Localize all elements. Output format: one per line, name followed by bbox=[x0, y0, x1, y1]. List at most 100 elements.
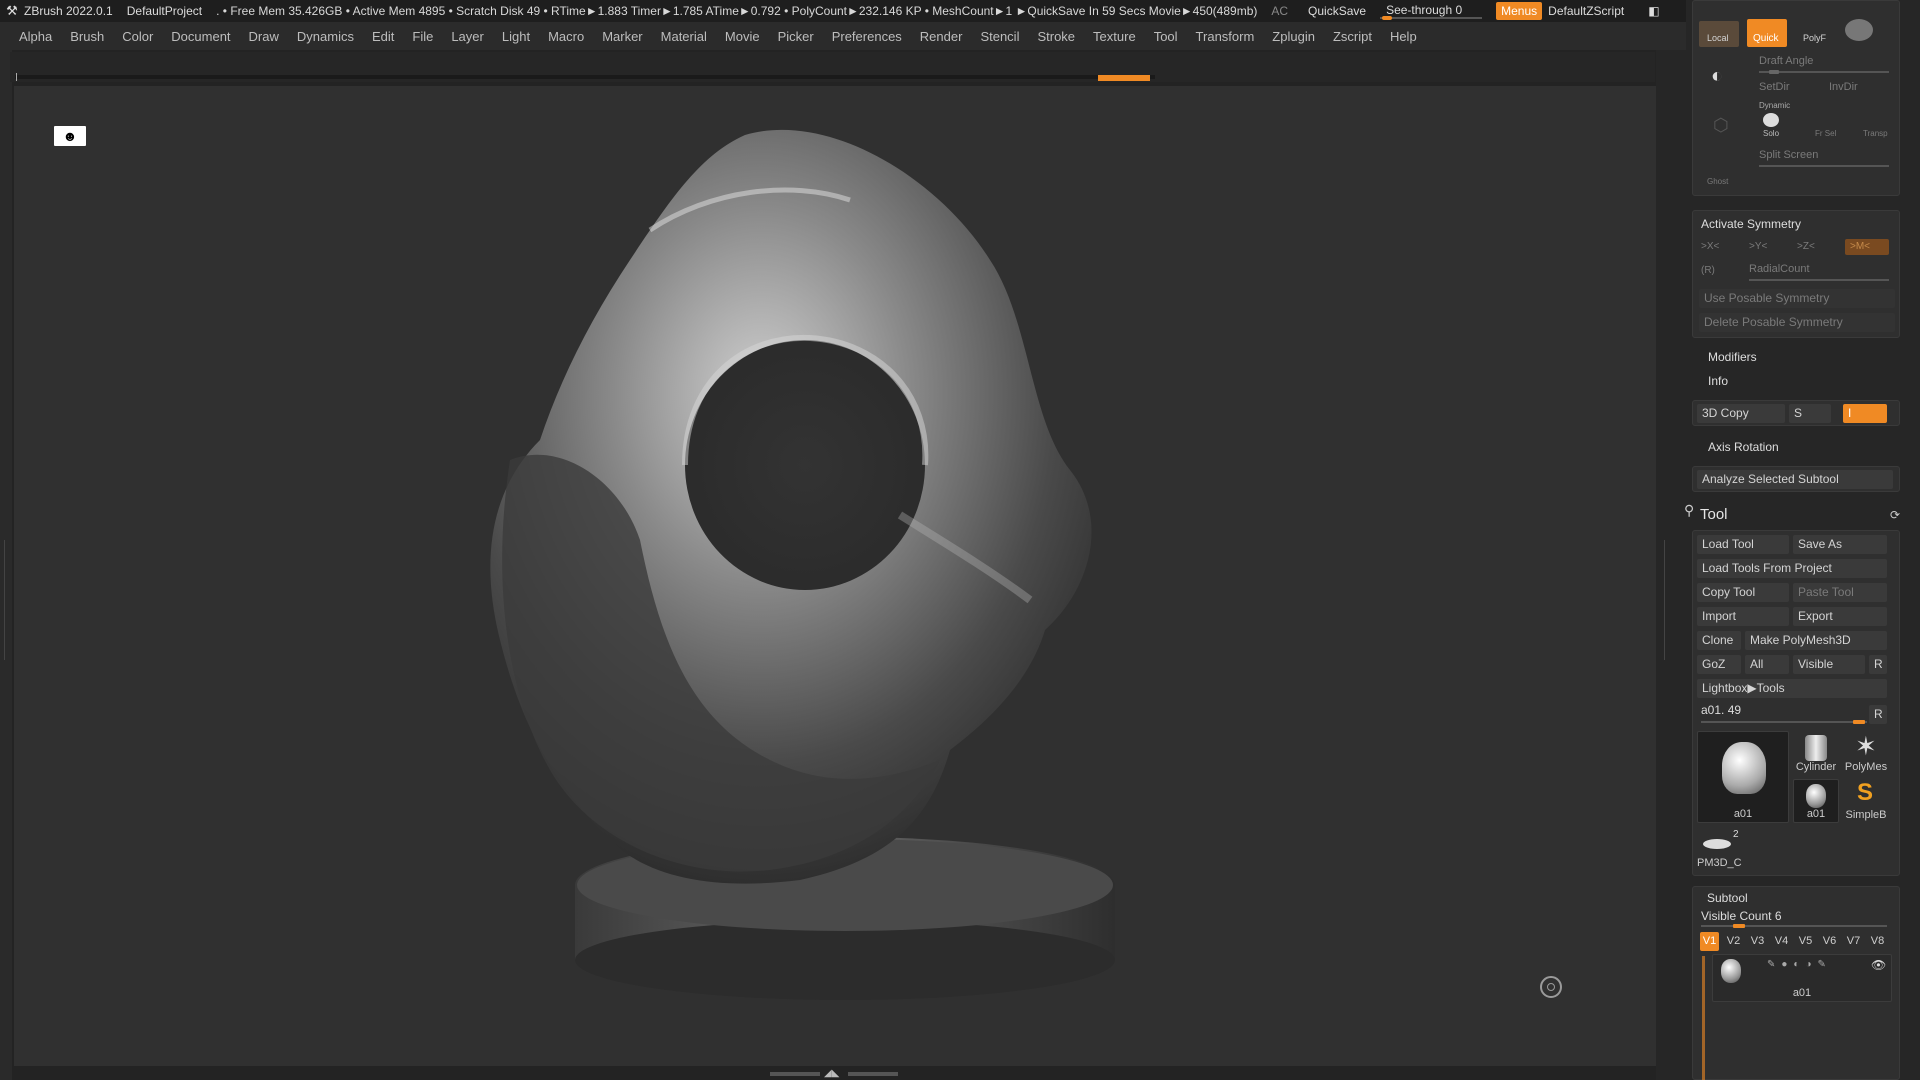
goz-r-button[interactable]: R bbox=[1869, 655, 1887, 674]
3d-copy-button[interactable]: 3D Copy bbox=[1697, 404, 1785, 423]
subtool-tab-v7[interactable]: V7 bbox=[1844, 932, 1863, 951]
save-as-button[interactable]: Save As bbox=[1793, 535, 1887, 554]
subtool-tab-v1[interactable]: V1 bbox=[1700, 932, 1719, 951]
tool-thumb-a01-small[interactable]: a01 bbox=[1793, 779, 1839, 823]
goz-visible-button[interactable]: Visible bbox=[1793, 655, 1865, 674]
menu-help[interactable]: Help bbox=[1390, 29, 1417, 44]
subtool-scrollbar[interactable] bbox=[1702, 956, 1705, 1080]
menu-light[interactable]: Light bbox=[502, 29, 530, 44]
load-tool-button[interactable]: Load Tool bbox=[1697, 535, 1789, 554]
menu-alpha[interactable]: Alpha bbox=[19, 29, 52, 44]
lightbox-tools-button[interactable]: Lightbox▶Tools bbox=[1697, 679, 1887, 698]
tool-thumb-cylinder[interactable]: Cylinder bbox=[1793, 731, 1839, 775]
copy-s-button[interactable]: S bbox=[1789, 404, 1831, 423]
bottom-tray-arrow-icon[interactable]: ◢◣ bbox=[824, 1068, 839, 1079]
menu-marker[interactable]: Marker bbox=[602, 29, 642, 44]
layout-icon[interactable]: ◧ bbox=[1648, 4, 1659, 18]
visible-count-slider[interactable] bbox=[1701, 925, 1887, 927]
sphere-icon[interactable] bbox=[1845, 19, 1873, 41]
bottom-tray-handle[interactable]: ◢◣ bbox=[770, 1068, 900, 1080]
refresh-icon[interactable]: ⟳ bbox=[1890, 508, 1900, 522]
menu-file[interactable]: File bbox=[412, 29, 433, 44]
paste-tool-button[interactable]: Paste Tool bbox=[1793, 583, 1887, 602]
sym-m-button[interactable]: >M< bbox=[1845, 239, 1889, 255]
sym-x-button[interactable]: >X< bbox=[1701, 241, 1719, 252]
sym-y-button[interactable]: >Y< bbox=[1749, 241, 1767, 252]
invdir-button[interactable]: InvDir bbox=[1829, 81, 1858, 93]
default-zscript-button[interactable]: DefaultZScript bbox=[1548, 4, 1624, 18]
delete-posable-symmetry-button[interactable]: Delete Posable Symmetry bbox=[1699, 313, 1895, 332]
menus-toggle-button[interactable]: Menus bbox=[1496, 2, 1543, 20]
goz-all-button[interactable]: All bbox=[1745, 655, 1789, 674]
sym-z-button[interactable]: >Z< bbox=[1797, 241, 1815, 252]
info-header[interactable]: Info bbox=[1708, 374, 1728, 388]
export-button[interactable]: Export bbox=[1793, 607, 1887, 626]
menu-material[interactable]: Material bbox=[661, 29, 707, 44]
menu-layer[interactable]: Layer bbox=[451, 29, 484, 44]
subtool-tab-v6[interactable]: V6 bbox=[1820, 932, 1839, 951]
menu-render[interactable]: Render bbox=[920, 29, 963, 44]
draft-angle-knob[interactable] bbox=[1769, 70, 1779, 74]
modifiers-header[interactable]: Modifiers bbox=[1708, 350, 1757, 364]
menu-movie[interactable]: Movie bbox=[725, 29, 760, 44]
menu-picker[interactable]: Picker bbox=[778, 29, 814, 44]
solo-icon[interactable] bbox=[1763, 113, 1779, 127]
local-button[interactable]: Local bbox=[1699, 21, 1739, 47]
tool-r-button[interactable]: R bbox=[1869, 705, 1887, 724]
quick-button[interactable]: Quick bbox=[1747, 19, 1787, 47]
frsel-button[interactable]: Fr Sel bbox=[1815, 129, 1836, 138]
menu-tool[interactable]: Tool bbox=[1154, 29, 1178, 44]
subtool-tab-v3[interactable]: V3 bbox=[1748, 932, 1767, 951]
tool-palette-title[interactable]: Tool bbox=[1700, 506, 1728, 523]
visible-count-knob[interactable] bbox=[1733, 924, 1745, 928]
perspective-camera-icon[interactable]: ☻ bbox=[54, 126, 86, 146]
menu-texture[interactable]: Texture bbox=[1093, 29, 1136, 44]
menu-preferences[interactable]: Preferences bbox=[832, 29, 902, 44]
solo-button[interactable]: Solo bbox=[1763, 129, 1779, 138]
split-screen-slider[interactable] bbox=[1759, 165, 1889, 167]
subtool-tab-v2[interactable]: V2 bbox=[1724, 932, 1743, 951]
left-tray-grip[interactable] bbox=[4, 540, 9, 660]
subtool-tab-v8[interactable]: V8 bbox=[1868, 932, 1887, 951]
activate-symmetry-button[interactable]: Activate Symmetry bbox=[1701, 217, 1801, 231]
menu-edit[interactable]: Edit bbox=[372, 29, 394, 44]
menu-zplugin[interactable]: Zplugin bbox=[1272, 29, 1315, 44]
see-through-knob[interactable] bbox=[1382, 16, 1393, 20]
axis-rotation-header[interactable]: Axis Rotation bbox=[1708, 440, 1779, 454]
subtool-header[interactable]: Subtool bbox=[1707, 891, 1748, 905]
tool-thumb-a01-large[interactable]: a01 bbox=[1697, 731, 1789, 823]
menu-transform[interactable]: Transform bbox=[1196, 29, 1255, 44]
load-tools-from-project-button[interactable]: Load Tools From Project bbox=[1697, 559, 1887, 578]
menu-color[interactable]: Color bbox=[122, 29, 153, 44]
goz-button[interactable]: GoZ bbox=[1697, 655, 1741, 674]
clone-button[interactable]: Clone bbox=[1697, 631, 1741, 650]
subtool-controls-icon[interactable]: ✎●◐◑✎ bbox=[1767, 959, 1832, 970]
menu-brush[interactable]: Brush bbox=[70, 29, 104, 44]
visibility-eye-icon[interactable]: 👁 bbox=[1871, 958, 1886, 972]
floor-grid-icon[interactable] bbox=[1540, 976, 1562, 998]
sculpt-model[interactable] bbox=[470, 120, 1200, 1010]
tool-slider[interactable] bbox=[1701, 721, 1867, 723]
subtool-item-a01[interactable]: ✎●◐◑✎ 👁 a01 bbox=[1712, 954, 1892, 1002]
transp-button[interactable]: Transp bbox=[1863, 129, 1888, 138]
quicksave-button[interactable]: QuickSave bbox=[1308, 4, 1366, 18]
polyf-button[interactable]: PolyF bbox=[1793, 21, 1833, 47]
ghost-button[interactable]: Ghost bbox=[1707, 177, 1728, 186]
tool-thumb-polymesh[interactable]: ✶ PolyMes bbox=[1841, 731, 1891, 775]
ghost-transparency-icon[interactable]: ◐ bbox=[1711, 65, 1723, 88]
subtool-tab-v5[interactable]: V5 bbox=[1796, 932, 1815, 951]
menu-zscript[interactable]: Zscript bbox=[1333, 29, 1372, 44]
copy-tool-button[interactable]: Copy Tool bbox=[1697, 583, 1789, 602]
tool-thumb-simplebrush[interactable]: S SimpleB bbox=[1841, 779, 1891, 823]
use-posable-symmetry-button[interactable]: Use Posable Symmetry bbox=[1699, 289, 1895, 308]
tool-thumb-pm3d[interactable]: 2 PM3D_C bbox=[1697, 827, 1743, 871]
shelf-active-indicator[interactable] bbox=[1098, 75, 1150, 81]
copy-i-field[interactable]: I bbox=[1843, 404, 1887, 423]
tool-pin-icon[interactable]: ⚲ bbox=[1684, 502, 1694, 519]
menu-stroke[interactable]: Stroke bbox=[1037, 29, 1075, 44]
tool-slider-knob[interactable] bbox=[1853, 720, 1865, 724]
cube-icon[interactable]: ⬡ bbox=[1713, 115, 1729, 136]
see-through-slider[interactable]: See-through 0 bbox=[1380, 3, 1483, 20]
setdir-button[interactable]: SetDir bbox=[1759, 81, 1790, 93]
sym-r-button[interactable]: (R) bbox=[1701, 265, 1715, 276]
